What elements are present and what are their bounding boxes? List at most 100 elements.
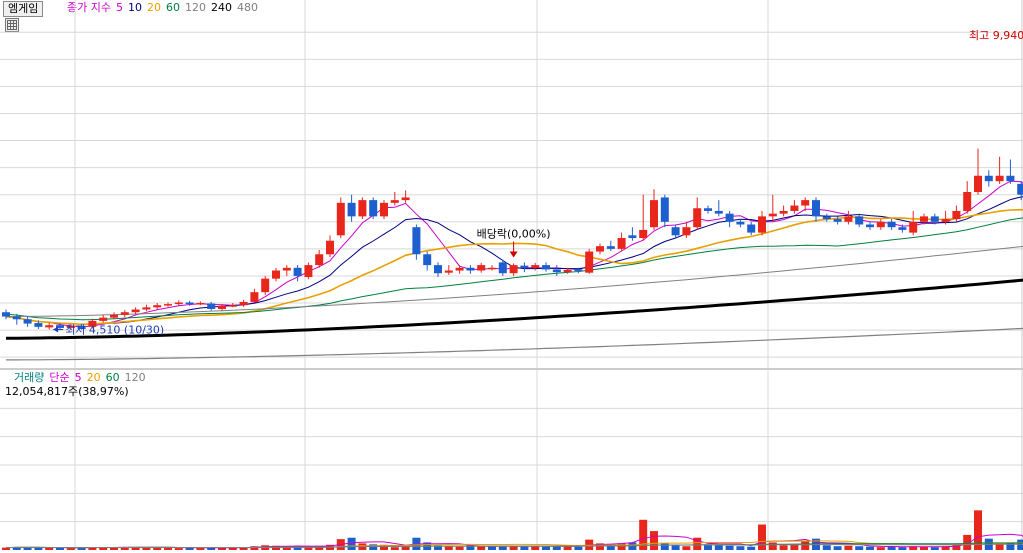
candle-body bbox=[671, 227, 680, 236]
volume-bar bbox=[455, 546, 464, 550]
volume-bar bbox=[185, 547, 194, 550]
candle-body bbox=[380, 202, 388, 217]
candle-body bbox=[131, 309, 140, 313]
candle-body bbox=[974, 175, 982, 192]
vol-ma-60-label: 60 bbox=[105, 371, 120, 384]
volume-bar bbox=[833, 546, 842, 550]
candle-body bbox=[747, 224, 756, 233]
grid-lines bbox=[0, 0, 1023, 550]
volume-bar bbox=[844, 545, 853, 550]
candle-body bbox=[1017, 183, 1023, 195]
volume-bar bbox=[747, 546, 756, 550]
volume-bar bbox=[509, 546, 518, 550]
candle-body bbox=[995, 175, 1004, 182]
candle-body bbox=[779, 210, 788, 214]
volume-bar bbox=[725, 545, 734, 550]
candle-body bbox=[110, 314, 118, 318]
candle-body bbox=[552, 269, 561, 273]
candle-body bbox=[704, 208, 712, 211]
volume-legend: 거래량 단순 5 20 60 120 bbox=[14, 371, 151, 385]
vol-ma-20-label: 20 bbox=[86, 371, 101, 384]
volume-bar bbox=[520, 546, 529, 550]
candle-body bbox=[574, 269, 583, 271]
candle-body bbox=[887, 221, 896, 228]
candle-body bbox=[153, 305, 162, 308]
volume-bar bbox=[347, 537, 356, 550]
candle-body bbox=[812, 200, 820, 217]
candle-body bbox=[390, 200, 399, 203]
stock-chart[interactable]: 최고 9,940 (03/04) 최저 4,510 (10/30) 배당락(0,00… bbox=[0, 0, 1023, 553]
candle-body bbox=[639, 229, 648, 239]
candle-body bbox=[99, 317, 108, 321]
volume-bar bbox=[444, 546, 453, 550]
candle-body bbox=[23, 319, 32, 324]
candle-body bbox=[596, 246, 604, 252]
vol-ma-5-label: 5 bbox=[74, 371, 82, 384]
candle-body bbox=[941, 219, 950, 222]
candle-body bbox=[909, 221, 918, 233]
candle-body bbox=[164, 304, 172, 306]
candle-body bbox=[714, 210, 723, 214]
volume-bar bbox=[779, 545, 788, 550]
volume-bar bbox=[866, 546, 874, 550]
candle-body bbox=[498, 262, 507, 274]
candle-body bbox=[272, 270, 280, 279]
high-price-label: 최고 9,940 (03/04) bbox=[969, 29, 1023, 42]
candle-body bbox=[660, 197, 669, 222]
volume-bar bbox=[66, 548, 75, 550]
volume-bar bbox=[563, 546, 572, 550]
volume-bar bbox=[876, 547, 885, 550]
candle-body bbox=[866, 224, 874, 228]
volume-bar bbox=[801, 540, 810, 550]
candle-body bbox=[434, 265, 442, 274]
candle-body bbox=[509, 265, 518, 274]
candle-body bbox=[196, 303, 205, 305]
candle-body bbox=[725, 213, 734, 222]
candle-body bbox=[423, 254, 432, 266]
volume-bar bbox=[660, 543, 669, 550]
volume-bars bbox=[2, 510, 1023, 550]
volume-value: 12,054,817주(38,97%) bbox=[5, 385, 129, 398]
candle-body bbox=[844, 216, 853, 222]
candle-body bbox=[520, 265, 529, 268]
candle-body bbox=[282, 267, 291, 271]
volume-bar bbox=[531, 546, 540, 550]
volume-bar bbox=[887, 546, 896, 550]
volume-bar bbox=[552, 546, 561, 550]
volume-bar bbox=[930, 547, 939, 550]
volume-bar bbox=[758, 524, 766, 550]
candle-body bbox=[617, 238, 626, 249]
candle-body bbox=[228, 305, 237, 307]
candle-body bbox=[952, 210, 961, 220]
ma-60-line bbox=[5, 217, 1023, 321]
candles bbox=[2, 148, 1023, 330]
dividend-label: 배당락(0,00%) bbox=[477, 227, 551, 240]
volume-bar bbox=[196, 548, 205, 550]
volume-bar bbox=[1017, 539, 1023, 550]
candle-body bbox=[185, 302, 194, 304]
candle-body bbox=[930, 216, 939, 222]
volume-bar bbox=[390, 547, 399, 550]
volume-bar bbox=[488, 546, 496, 550]
volume-bar bbox=[995, 544, 1004, 550]
candle-body bbox=[466, 267, 475, 271]
low-price-label: 최저 4,510 (10/30) bbox=[65, 324, 164, 337]
candle-body bbox=[563, 269, 572, 273]
candle-body bbox=[876, 221, 885, 228]
candle-body bbox=[963, 192, 972, 211]
candle-body bbox=[444, 270, 453, 273]
volume-bar bbox=[45, 547, 54, 550]
volume-bar bbox=[855, 546, 864, 550]
vol-ma-120-label: 120 bbox=[124, 371, 146, 384]
candle-body bbox=[304, 265, 313, 278]
candle-body bbox=[768, 213, 777, 217]
volume-bar bbox=[671, 545, 680, 550]
candle-body bbox=[358, 200, 367, 217]
candle-body bbox=[174, 302, 183, 305]
volume-bar bbox=[898, 547, 907, 550]
candle-body bbox=[326, 240, 334, 255]
candle-body bbox=[606, 246, 615, 249]
candle-body bbox=[758, 216, 766, 233]
chart-window: 엠게임 종가 지수5102060120240480 최고 9,940 (03/0… bbox=[0, 0, 1023, 553]
volume-bar bbox=[768, 542, 777, 550]
